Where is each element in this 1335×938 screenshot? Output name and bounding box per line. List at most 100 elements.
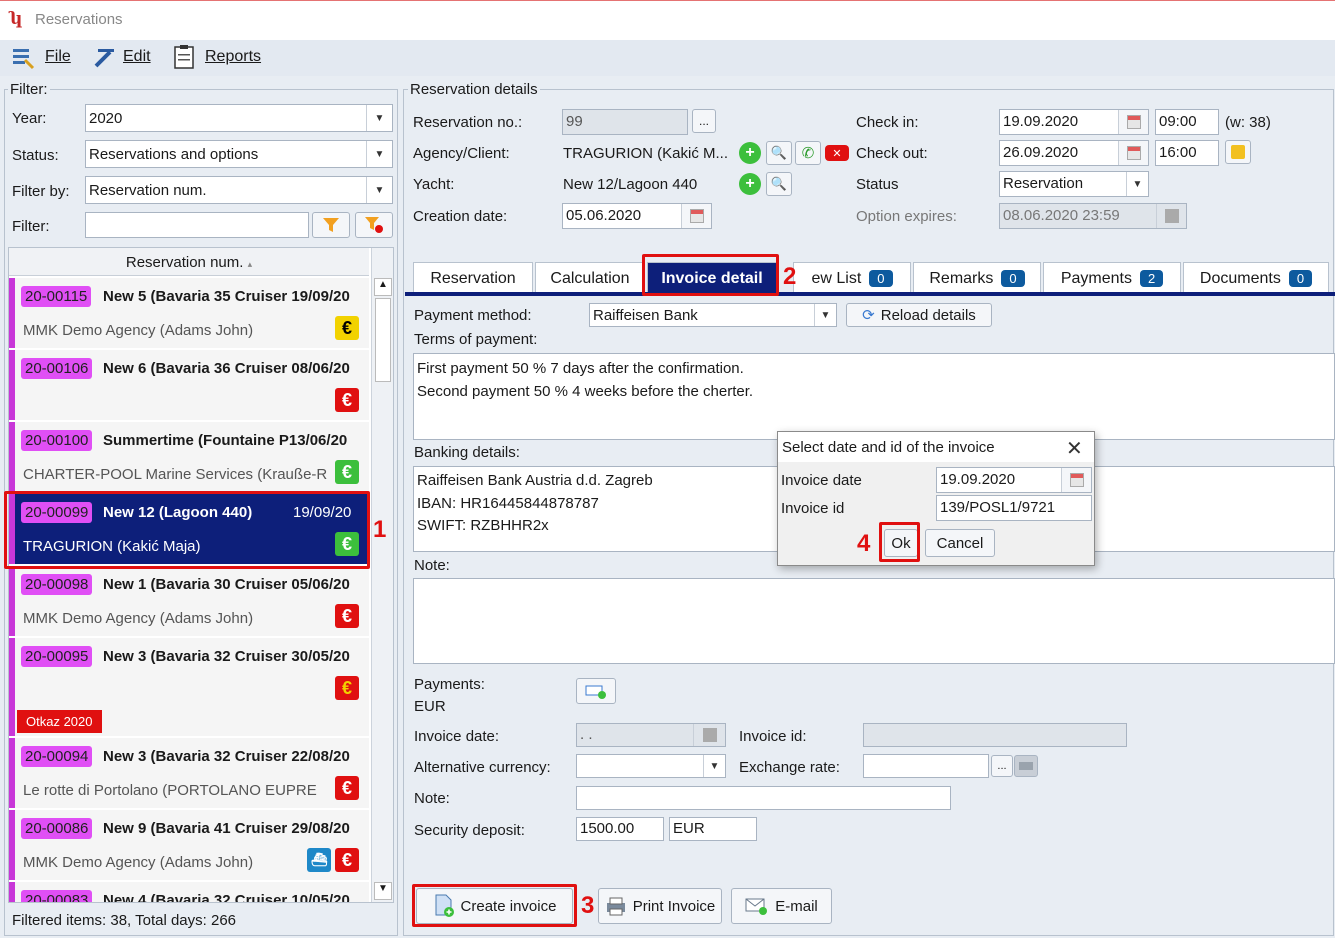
filter-input[interactable]	[85, 212, 309, 238]
dialog-id-field[interactable]: 139/POSL1/9721	[936, 495, 1092, 521]
tab-label: Reservation	[430, 269, 516, 287]
exchange-rate-action-button[interactable]	[1014, 755, 1038, 777]
calendar-button[interactable]	[1061, 468, 1091, 492]
checkin-date-field[interactable]: 19.09.2020	[999, 109, 1149, 135]
dialog-id-label: Invoice id	[781, 500, 845, 517]
tab-remarks[interactable]: Remarks 0	[913, 262, 1041, 294]
terms-line: First payment 50 % 7 days after the conf…	[417, 360, 744, 377]
money-icon	[1019, 762, 1033, 770]
list-item[interactable]: 20-00086 New 9 (Bavaria 41 Cruiser 29/08…	[9, 810, 369, 881]
checkin-label: Check in:	[856, 114, 919, 131]
tab-documents[interactable]: Documents 0	[1183, 262, 1329, 294]
year-combo[interactable]: 2020 ▼	[85, 104, 393, 132]
yacht-info: New 3 (Bavaria 32 Cruiser 22/08/20	[103, 748, 350, 765]
yacht-info: Summertime (Fountaine P13/06/20	[103, 432, 348, 449]
exchange-rate-field[interactable]	[863, 754, 989, 778]
yacht-info: New 4 (Bavaria 32 Cruiser 10/05/20	[103, 892, 350, 903]
scroll-up-icon[interactable]: ▲	[374, 278, 392, 296]
reload-details-button[interactable]: ⟳ Reload details	[846, 303, 992, 327]
calendar-button[interactable]	[681, 204, 711, 228]
list-item[interactable]: 20-00095 New 3 (Bavaria 32 Cruiser 30/05…	[9, 638, 369, 737]
scroll-thumb[interactable]	[375, 298, 391, 382]
tab-calculation[interactable]: Calculation	[535, 262, 645, 294]
agency-value: TRAGURION (Kakić M...	[563, 145, 729, 162]
list-item[interactable]: 20-00094 New 3 (Bavaria 32 Cruiser 22/08…	[9, 738, 369, 809]
note2-field[interactable]	[576, 786, 951, 810]
yacht-info: New 1 (Bavaria 30 Cruiser 05/06/20	[103, 576, 350, 593]
euro-icon: €	[335, 848, 359, 872]
year-label: Year:	[12, 110, 47, 127]
list-item[interactable]: 20-00106 New 6 (Bavaria 36 Cruiser 08/06…	[9, 350, 369, 421]
calendar-icon	[1126, 115, 1141, 129]
list-header[interactable]: Reservation num. ▴	[9, 248, 369, 276]
menu-reports[interactable]: Reports	[205, 48, 261, 66]
tab-count: 2	[1139, 270, 1164, 287]
sort-icon: ▴	[247, 259, 253, 269]
filterby-combo[interactable]: Reservation num. ▼	[85, 176, 393, 204]
payments-label: Payments:	[414, 676, 485, 693]
tab-crew-list[interactable]: ew List 0	[793, 262, 911, 294]
list-item[interactable]: 20-00083 New 4 (Bavaria 32 Cruiser 10/05…	[9, 882, 369, 903]
calendar-icon	[689, 209, 704, 223]
remove-agency-icon[interactable]: ✕	[825, 145, 849, 161]
close-icon[interactable]: ✕	[1066, 436, 1083, 461]
list-item[interactable]: 20-00115 New 5 (Bavaria 35 Cruiser 19/09…	[9, 278, 369, 349]
scroll-down-icon[interactable]: ▼	[374, 882, 392, 900]
add-agency-icon[interactable]: +	[739, 142, 761, 164]
print-invoice-button[interactable]: Print Invoice	[598, 888, 722, 924]
terms-textarea[interactable]: First payment 50 % 7 days after the conf…	[413, 353, 1335, 440]
resno-field[interactable]: 99	[562, 109, 688, 135]
item-status-bar	[9, 882, 15, 902]
alt-currency-combo[interactable]: ▼	[576, 754, 726, 778]
deposit-currency-field[interactable]: EUR	[669, 817, 757, 841]
apply-filter-button[interactable]	[312, 212, 350, 238]
menu-file[interactable]: File	[45, 48, 71, 66]
reservation-number: 20-00086	[21, 818, 93, 839]
calendar-icon	[1069, 473, 1084, 487]
dialog-header: Select date and id of the invoice	[778, 432, 1094, 462]
search-yacht-button[interactable]: 🔍	[766, 172, 792, 196]
calendar-button[interactable]	[1118, 141, 1148, 165]
exchange-rate-more-button[interactable]: ...	[991, 755, 1013, 777]
phone-icon: ✆	[801, 145, 815, 162]
email-button[interactable]: E-mail	[731, 888, 832, 924]
agency-info: MMK Demo Agency (Adams John)	[23, 854, 254, 871]
note-button[interactable]	[1225, 140, 1251, 164]
list-scrollbar[interactable]: ▲ ▼	[371, 248, 393, 902]
checkout-date-field[interactable]: 26.09.2020	[999, 140, 1149, 166]
tab-bar: Reservation Calculation Invoice detail e…	[413, 258, 1334, 294]
status-combo-right[interactable]: Reservation ▼	[999, 171, 1149, 197]
tab-reservation[interactable]: Reservation	[413, 262, 533, 294]
checkout-time-field[interactable]: 16:00	[1155, 140, 1219, 166]
printer-icon	[606, 897, 625, 916]
reservation-list: Reservation num. ▴ 20-00115 New 5 (Bavar…	[8, 247, 394, 903]
sticky-note-icon	[1231, 145, 1245, 159]
print-invoice-label: Print Invoice	[632, 897, 716, 915]
dialog-date-field[interactable]: 19.09.2020	[936, 467, 1092, 493]
menu-edit[interactable]: Edit	[123, 48, 151, 66]
tab-payments[interactable]: Payments 2	[1043, 262, 1181, 294]
search-agency-button[interactable]: 🔍	[766, 141, 792, 165]
checkin-time-field[interactable]: 09:00	[1155, 109, 1219, 135]
annotation-4: 4	[857, 530, 871, 557]
euro-icon: €	[335, 460, 359, 484]
payment-method-combo[interactable]: Raiffeisen Bank ▼	[589, 303, 837, 327]
tab-label: ew List	[811, 269, 862, 287]
add-payment-button[interactable]	[576, 678, 616, 704]
clear-filter-button[interactable]	[355, 212, 393, 238]
chevron-down-icon: ▼	[366, 177, 392, 203]
resno-more-button[interactable]: ...	[692, 109, 716, 133]
payment-method-label: Payment method:	[414, 307, 532, 324]
email-icon	[745, 898, 768, 915]
note-textarea[interactable]	[413, 578, 1335, 664]
annotation-3: 3	[581, 892, 595, 919]
list-item[interactable]: 20-00098 New 1 (Bavaria 30 Cruiser 05/06…	[9, 566, 369, 637]
cancel-button[interactable]: Cancel	[925, 529, 995, 557]
list-item[interactable]: 20-00100 Summertime (Fountaine P13/06/20…	[9, 422, 369, 493]
status-combo[interactable]: Reservations and options ▼	[85, 140, 393, 168]
created-date-field[interactable]: 05.06.2020	[562, 203, 712, 229]
phone-button[interactable]: ✆	[795, 141, 821, 165]
add-yacht-icon[interactable]: +	[739, 173, 761, 195]
calendar-button[interactable]	[1118, 110, 1148, 134]
deposit-amount-field[interactable]: 1500.00	[576, 817, 664, 841]
